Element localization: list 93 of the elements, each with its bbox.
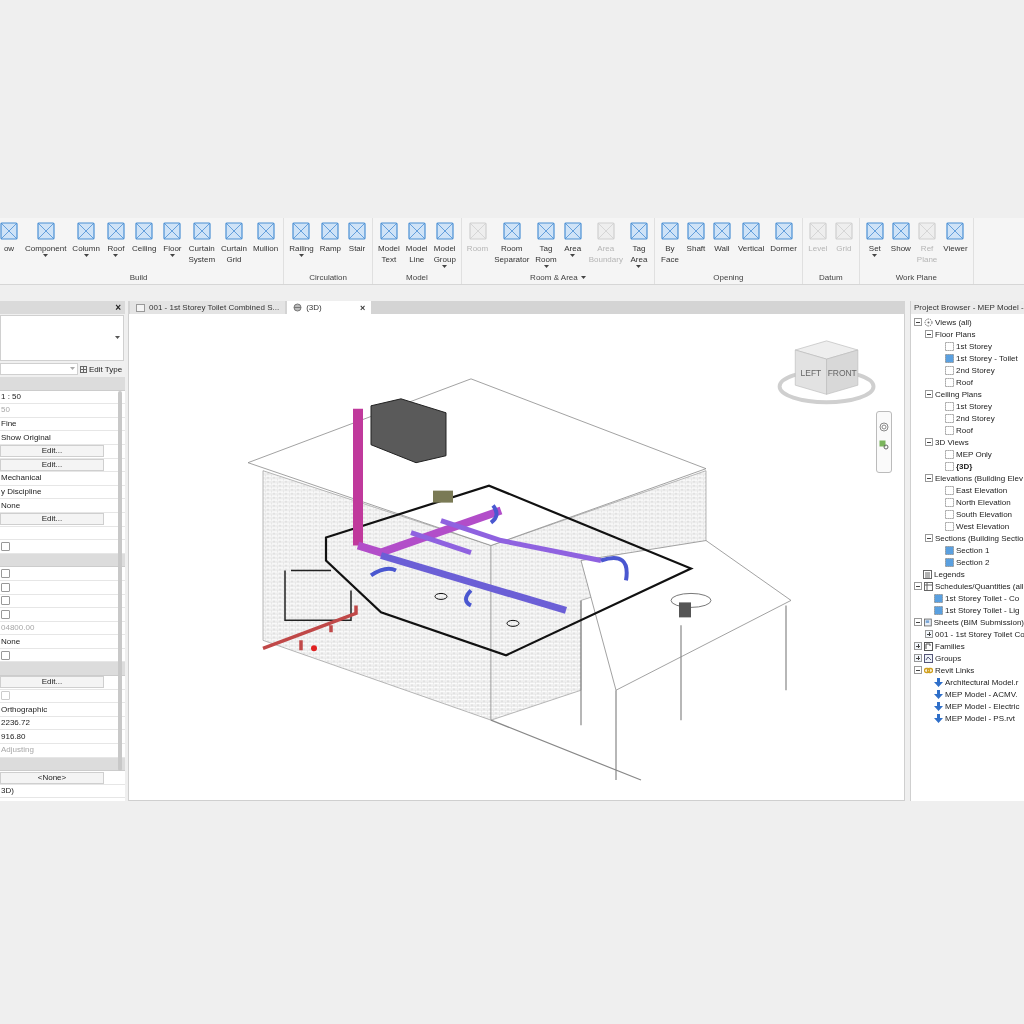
ribbon-tool-button[interactable]: Curtain System xyxy=(185,221,219,265)
tree-item[interactable]: 1st Storey xyxy=(956,341,992,351)
ribbon-tool-button[interactable]: Model Text xyxy=(375,221,403,265)
panel-title: Model xyxy=(406,272,428,284)
property-value: Fine xyxy=(0,419,17,429)
tree-item[interactable]: Legends xyxy=(934,569,965,579)
tree-item[interactable]: Roof xyxy=(956,377,973,387)
property-value: 3D) xyxy=(0,786,14,796)
ribbon-tool-button[interactable]: ow xyxy=(0,221,22,254)
tree-item[interactable]: MEP Model - Electric xyxy=(945,701,1020,711)
tree-item[interactable]: MEP Model - PS.rvt xyxy=(945,713,1016,723)
ribbon-tool-button[interactable]: Column xyxy=(69,221,103,258)
ribbon-tool-button[interactable]: Tag Room xyxy=(532,221,560,269)
tree-item[interactable]: East Elevation xyxy=(956,485,1008,495)
ribbon-tool-button[interactable]: By Face xyxy=(656,221,683,265)
panel-title: Project Browser - MEP Model - xyxy=(911,301,1024,314)
tree-item[interactable]: 2nd Storey xyxy=(956,365,995,375)
tree-item[interactable]: Groups xyxy=(935,653,962,663)
panel-title: Datum xyxy=(819,272,843,284)
property-value: None xyxy=(0,500,21,510)
tree-item[interactable]: Floor Plans xyxy=(935,329,976,339)
property-value: 04800.00 xyxy=(0,623,35,632)
tree-item[interactable]: 1st Storey Toilet - Co xyxy=(945,593,1020,603)
property-value: 2236.72 xyxy=(0,718,30,728)
tree-item[interactable]: Revit Links xyxy=(935,665,975,675)
ribbon-tool-button[interactable]: Component xyxy=(22,221,70,258)
tree-item[interactable]: Sheets (BIM Submission) xyxy=(933,617,1024,627)
tree-item[interactable]: Sections (Building Sectio xyxy=(935,533,1024,543)
close-button[interactable]: × xyxy=(115,301,121,314)
tree-item[interactable]: Architectural Model.r xyxy=(945,677,1019,687)
tree-item[interactable]: Section 2 xyxy=(956,557,990,567)
cube-face-label[interactable]: LEFT xyxy=(800,368,822,379)
tree-item[interactable]: West Elevation xyxy=(956,521,1010,531)
tree-item[interactable]: Views (all) xyxy=(935,317,972,327)
tree-item[interactable]: 1st Storey xyxy=(956,401,992,411)
tree-item[interactable]: MEP Only xyxy=(956,449,992,459)
ribbon-tool-button[interactable]: Curtain Grid xyxy=(218,221,250,265)
ribbon-tool-button[interactable]: Vertical xyxy=(734,221,768,254)
ribbon-tool-button[interactable]: Railing xyxy=(286,221,317,258)
tree-item[interactable]: North Elevation xyxy=(956,497,1011,507)
tree-item[interactable]: Roof xyxy=(956,425,973,435)
property-button[interactable]: Edit... xyxy=(0,445,104,458)
tree-item[interactable]: 1st Storey Toilet - Lig xyxy=(945,605,1020,615)
ribbon-tool-button[interactable]: Viewer xyxy=(940,221,971,254)
ribbon-tool-button[interactable]: Floor xyxy=(159,221,186,258)
panel-title: Opening xyxy=(713,272,744,284)
panel-title: Work Plane xyxy=(895,272,937,284)
ribbon-tool-button[interactable]: Stair xyxy=(344,221,371,254)
ribbon-tool-button[interactable]: Ceiling xyxy=(128,221,160,254)
property-value: 1 : 50 xyxy=(0,391,21,401)
ribbon-tool-button[interactable]: Area xyxy=(559,221,586,258)
ribbon-tool-button[interactable]: Set xyxy=(861,221,888,258)
tree-item[interactable]: MEP Model - ACMV. xyxy=(945,689,1018,699)
property-value: None xyxy=(0,636,21,646)
ribbon-tool-button[interactable]: Room Separator xyxy=(491,221,533,265)
tree-item[interactable]: Ceiling Plans xyxy=(935,389,982,399)
tree-item[interactable]: 3D Views xyxy=(935,437,969,447)
ribbon-tool-button[interactable]: Mullion xyxy=(249,221,282,254)
property-button[interactable]: Edit... xyxy=(0,513,104,526)
ribbon-tool-button[interactable]: Shaft xyxy=(682,221,709,254)
ribbon-tool-button[interactable]: Dormer xyxy=(767,221,800,254)
panel-title: Build xyxy=(129,272,148,284)
view-tab[interactable]: (3D) × xyxy=(287,301,372,314)
property-value: Show Original xyxy=(0,432,51,442)
tree-item[interactable]: South Elevation xyxy=(956,509,1013,519)
property-value: y Discipline xyxy=(0,487,42,497)
tree-item[interactable]: Families xyxy=(935,641,965,651)
property-value: Mechanical xyxy=(0,473,42,483)
panel-title: Room & Area xyxy=(530,272,578,284)
ribbon-tool-button[interactable]: Tag Area xyxy=(625,221,652,269)
ribbon-tool-button[interactable]: Model Line xyxy=(402,221,431,265)
property-button[interactable]: <None> xyxy=(0,771,104,784)
tree-item[interactable]: {3D} xyxy=(956,461,973,471)
property-value: 916.80 xyxy=(0,731,26,741)
ribbon-tool-button[interactable]: Ramp xyxy=(316,221,345,254)
property-value: Adjusting xyxy=(0,745,34,755)
tree-item[interactable]: Schedules/Quantities (all xyxy=(935,581,1024,591)
tree-item[interactable]: Section 1 xyxy=(956,545,990,555)
ribbon-tool-button[interactable]: Show xyxy=(887,221,914,254)
ribbon-tool-button[interactable]: Roof xyxy=(102,221,129,258)
panel-title: Circulation xyxy=(309,272,347,284)
close-tab-button[interactable]: × xyxy=(359,302,366,313)
property-button[interactable]: Edit... xyxy=(0,676,104,689)
edit-type-button[interactable]: Edit Type xyxy=(78,364,125,374)
property-value: 50 xyxy=(0,405,10,415)
view-tab[interactable]: 001 - 1st Storey Toilet Combined S... xyxy=(130,301,286,314)
ribbon-tool-button[interactable]: Model Group xyxy=(430,221,459,269)
tree-item[interactable]: 1st Storey - Toilet xyxy=(956,353,1018,363)
tree-item[interactable]: 2nd Storey xyxy=(956,413,995,423)
ribbon-tool-button[interactable]: Wall xyxy=(708,221,735,254)
property-value: Orthographic xyxy=(0,704,48,714)
tree-item[interactable]: Elevations (Building Elev xyxy=(935,473,1024,483)
tree-item[interactable]: 001 - 1st Storey Toilet Co xyxy=(935,629,1024,639)
